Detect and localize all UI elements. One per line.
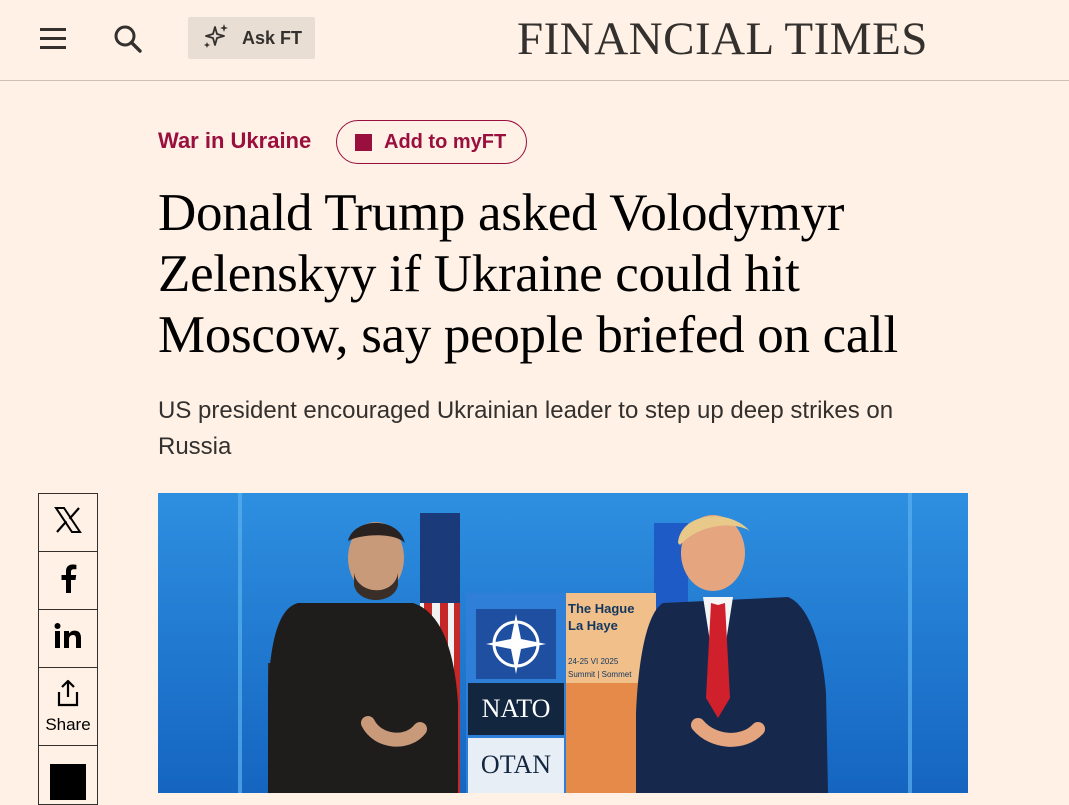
share-linkedin-button[interactable] — [38, 609, 98, 667]
summit-dates-text: 24-25 VI 2025 — [568, 657, 619, 666]
nato-board: NATO OTAN The Hague La Haye 24-25 VI 202… — [466, 593, 656, 793]
linkedin-icon — [53, 622, 83, 655]
save-button[interactable] — [38, 745, 98, 805]
share-button[interactable]: Share — [38, 667, 98, 745]
add-to-myft-button[interactable]: Add to myFT — [336, 120, 527, 164]
myft-square-icon — [355, 133, 372, 151]
share-rail: Share — [38, 493, 98, 805]
article-headline: Donald Trump asked Volodymyr Zelenskyy i… — [158, 184, 898, 364]
share-facebook-button[interactable] — [38, 551, 98, 609]
site-header: Ask FT FINANCIAL TIMES — [0, 0, 1069, 81]
summit-text: Summit | Sommet — [568, 670, 632, 679]
share-label: Share — [45, 714, 91, 734]
hamburger-icon[interactable] — [38, 24, 68, 54]
hero-image: NATO OTAN The Hague La Haye 24-25 VI 202… — [158, 493, 968, 793]
topic-link[interactable]: War in Ukraine — [158, 128, 311, 154]
article-standfirst: US president encouraged Ukrainian leader… — [158, 397, 894, 460]
x-twitter-icon — [53, 505, 83, 540]
la-haye-text: La Haye — [568, 618, 618, 633]
share-x-button[interactable] — [38, 493, 98, 551]
save-icon — [50, 764, 86, 800]
add-to-myft-label: Add to myFT — [384, 130, 507, 153]
ask-ft-label: Ask FT — [242, 27, 303, 48]
ft-logo[interactable]: FINANCIAL TIMES — [517, 14, 928, 64]
nato-text: NATO — [482, 694, 551, 723]
hero-photo-illustration: NATO OTAN The Hague La Haye 24-25 VI 202… — [158, 493, 968, 793]
hague-text: The Hague — [568, 601, 634, 616]
facebook-icon — [57, 563, 79, 598]
sparkle-icon — [202, 22, 230, 55]
otan-text: OTAN — [481, 750, 551, 779]
ask-ft-button[interactable]: Ask FT — [188, 17, 315, 59]
search-icon[interactable] — [111, 22, 145, 56]
share-icon — [55, 679, 81, 712]
